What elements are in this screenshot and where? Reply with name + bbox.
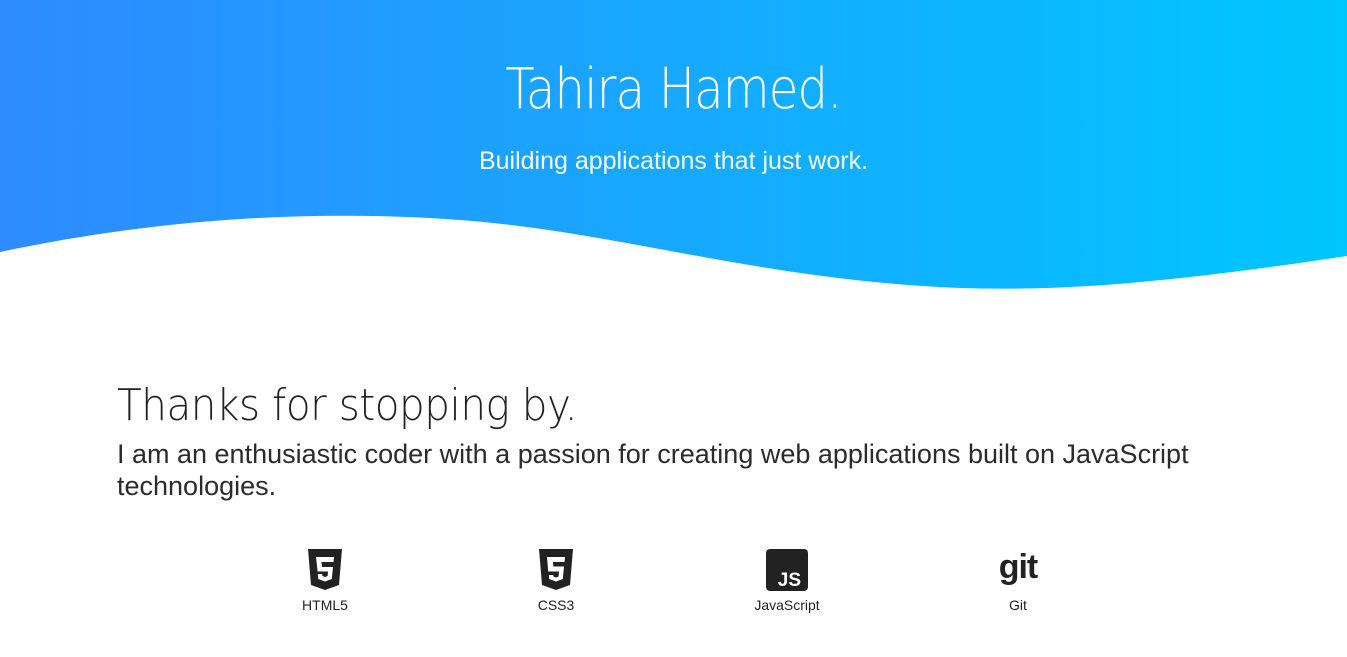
about-title: Thanks for stopping by. — [117, 380, 578, 431]
hero-banner: Tahira Hamed. Building applications that… — [0, 0, 1347, 300]
skill-item-css3: CSS3 — [496, 548, 616, 614]
skill-item-javascript: JS JavaScript — [727, 548, 847, 614]
css3-icon — [539, 549, 573, 590]
svg-text:git: git — [999, 548, 1038, 586]
skill-label: Git — [1009, 597, 1027, 613]
about-section: Thanks for stopping by. I am an enthusia… — [117, 378, 1227, 502]
svg-text:JS: JS — [778, 570, 801, 591]
skills-list: HTML5 CSS3 JS JavaScript git Git — [0, 548, 1347, 628]
skill-label: CSS3 — [537, 597, 575, 613]
skill-label: JavaScript — [754, 597, 820, 613]
javascript-icon: JS — [766, 549, 808, 591]
hero-subtitle: Building applications that just work. — [478, 147, 869, 175]
about-text: I am an enthusiastic coder with a passio… — [117, 439, 1189, 501]
skill-label: HTML5 — [302, 597, 348, 613]
html5-icon — [308, 549, 342, 590]
hero-title: Tahira Hamed. — [505, 57, 842, 122]
git-icon: git — [999, 548, 1039, 586]
skill-item-git: git Git — [958, 548, 1078, 614]
skill-item-html5: HTML5 — [265, 548, 385, 614]
